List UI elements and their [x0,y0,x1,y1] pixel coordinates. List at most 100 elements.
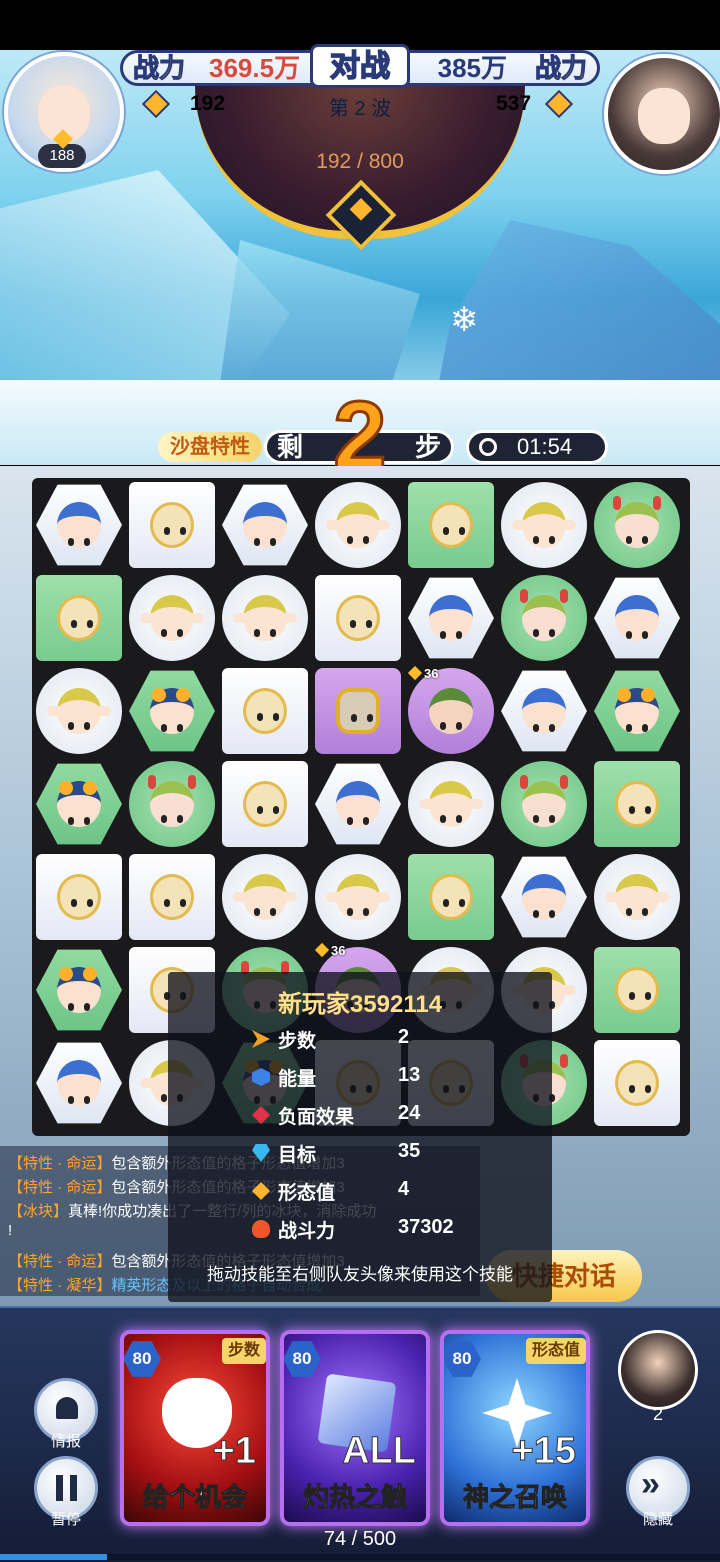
form-icon [252,1182,270,1200]
board-cell[interactable] [32,571,122,661]
wave-progress: 192 / 800 [316,150,404,173]
board-cell[interactable] [125,757,215,847]
stat-debuff: 负面效果 24 [252,1102,420,1132]
board-cell[interactable] [125,664,215,752]
card-tag: 步数 [221,1338,266,1364]
target-icon [252,1144,270,1162]
board-cell[interactable]: 36 [404,664,494,754]
wave-label: 第 2 波 [328,98,392,120]
top-bar [0,0,720,50]
board-cell[interactable] [32,757,122,845]
board-cell[interactable] [590,943,680,1033]
skill-card-3[interactable]: 80 形态值 +15 神之召唤 [440,1330,590,1526]
energy-text: 74 / 500 [323,1528,397,1550]
log-line: ! [8,1222,13,1239]
stat-energy: 能量 13 [252,1064,420,1094]
card-tag: 形态值 [525,1338,586,1364]
card-name: 神之召唤 [462,1482,567,1513]
skill-card-2[interactable]: 80 ALL 灼热之触 [280,1330,430,1526]
sand-trait-button[interactable]: 沙盘特性 [158,432,262,462]
stat-steps: 步数 2 [252,1026,409,1056]
hide-label: 隐藏 [642,1511,673,1528]
board-cell[interactable] [404,850,494,940]
card-name: 灼热之触 [302,1482,407,1513]
board-cell[interactable] [32,478,122,566]
pause-label: 暂停 [50,1511,81,1528]
board-cell[interactable] [218,478,308,566]
energy-fill [0,1554,107,1560]
board-cell[interactable] [404,571,494,659]
board-cell[interactable] [497,478,587,568]
player-info-popup: 新玩家3592114 步数 2 能量 13 负面效果 24 目标 35 形态值 4 战斗力… [168,972,552,1302]
fire-icon [252,1220,270,1238]
double-chevron-icon: » [641,1465,660,1503]
opponent-avatar[interactable] [604,54,720,174]
board-cell[interactable] [590,1036,680,1126]
right-power-label: 战力 [534,53,587,84]
left-score: 192 [141,90,225,119]
right-power-value: 385万 [437,53,507,83]
form-value-badge: 36 [314,942,345,958]
teammate-count: 2 [652,1404,663,1424]
board-cell[interactable] [311,850,401,940]
board-cell[interactable] [590,850,680,940]
board-cell[interactable] [590,757,680,847]
board-cell[interactable] [311,571,401,661]
popup-title: 新玩家3592114 [277,991,443,1018]
board-cell[interactable] [311,757,401,845]
board-cell[interactable] [218,757,308,847]
board-cell[interactable] [590,664,680,752]
board-cell[interactable] [497,850,587,938]
board-cell[interactable] [404,478,494,568]
board-cell[interactable] [497,757,587,847]
alarm-icon [56,1397,78,1419]
skill-hint: 拖动技能至右侧队友头像来使用这个技能 [207,1265,513,1284]
pause-icon [56,1475,63,1501]
card-level: 80 [284,1341,321,1377]
energy-icon [252,1068,270,1086]
timer: 01:54 [466,430,608,464]
board-cell[interactable] [311,478,401,568]
form-value-badge: 36 [407,665,438,681]
board-cell[interactable] [32,850,122,940]
board-cell[interactable] [32,664,122,754]
diamond-icon [544,90,574,119]
board-cell[interactable] [218,571,308,661]
left-power-value: 369.5万 [209,53,301,83]
stat-form: 形态值 4 [252,1178,409,1208]
vs-label: 对战 [310,44,410,88]
snowflake-icon: ❄ [450,301,479,339]
board-cell[interactable] [125,571,215,661]
right-score: 537 [496,90,581,119]
board-cell[interactable] [497,664,587,752]
board-cell[interactable] [590,478,680,568]
board-cell[interactable] [218,850,308,940]
diamond-icon [141,90,171,119]
board-cell[interactable] [32,1036,122,1124]
card-effect: +15 [511,1430,576,1473]
card-name: 给个机会 [142,1482,247,1513]
stat-power: 战斗力 37302 [252,1216,454,1246]
clock-icon [479,438,497,456]
board-cell[interactable] [590,571,680,659]
board-cell[interactable] [125,850,215,940]
board-cell[interactable] [218,664,308,754]
stat-target: 目标 35 [252,1140,420,1170]
card-level: 80 [444,1341,481,1377]
debuff-icon [252,1106,270,1124]
card-level: 80 [124,1341,161,1377]
teammate-avatar[interactable] [618,1330,698,1410]
board-cell[interactable] [125,478,215,568]
card-effect: ALL [342,1430,417,1473]
board-cell[interactable] [32,943,122,1031]
card-effect: +1 [212,1430,256,1473]
energy-bar [0,1554,720,1560]
board-cell[interactable] [404,757,494,847]
board-cell[interactable] [311,664,401,754]
steps-icon [252,1030,270,1048]
board-cell[interactable] [497,571,587,661]
intel-label: 情报 [50,1433,81,1450]
left-power-label: 战力 [132,53,186,84]
player-level-badge: 188 [38,129,86,168]
skill-card-1[interactable]: 80 步数 +1 给个机会 [120,1330,270,1526]
